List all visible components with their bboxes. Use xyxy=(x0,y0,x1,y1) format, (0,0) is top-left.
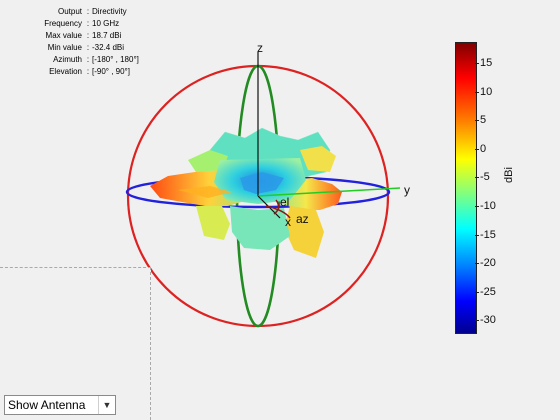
colorbar-tick-label: -25 xyxy=(475,285,496,298)
chevron-down-icon[interactable]: ▼ xyxy=(98,396,115,414)
colorbar xyxy=(455,42,477,334)
colorbar-tick-label: 10 xyxy=(474,85,493,98)
colorbar-tick-label: -20 xyxy=(475,257,496,270)
colorbar-tick-label: 0 xyxy=(474,142,487,155)
view-select[interactable]: Show Antenna ▼ xyxy=(4,395,116,415)
el-label: el xyxy=(280,195,289,209)
view-select-value: Show Antenna xyxy=(8,398,86,412)
colorbar-tick-label: -10 xyxy=(475,200,496,212)
z-axis-label: z xyxy=(257,41,263,55)
colorbar-unit-label: dBi xyxy=(503,167,515,183)
colorbar-tick-label: -15 xyxy=(475,228,496,241)
colorbar-tick-label: 5 xyxy=(474,114,487,127)
y-axis-label: y xyxy=(404,183,410,197)
view-select-box[interactable]: Show Antenna ▼ xyxy=(4,395,116,415)
x-axis-label: x xyxy=(285,215,291,229)
az-label: az xyxy=(296,212,309,226)
colorbar-ticks: 15 10 5 0 -5 -10 -15 -20 -25 -30 xyxy=(474,42,520,334)
colorbar-tick-label: -5 xyxy=(475,171,490,184)
colorbar-tick-label: 15 xyxy=(474,57,493,70)
colorbar-tick-label: -30 xyxy=(475,314,496,327)
